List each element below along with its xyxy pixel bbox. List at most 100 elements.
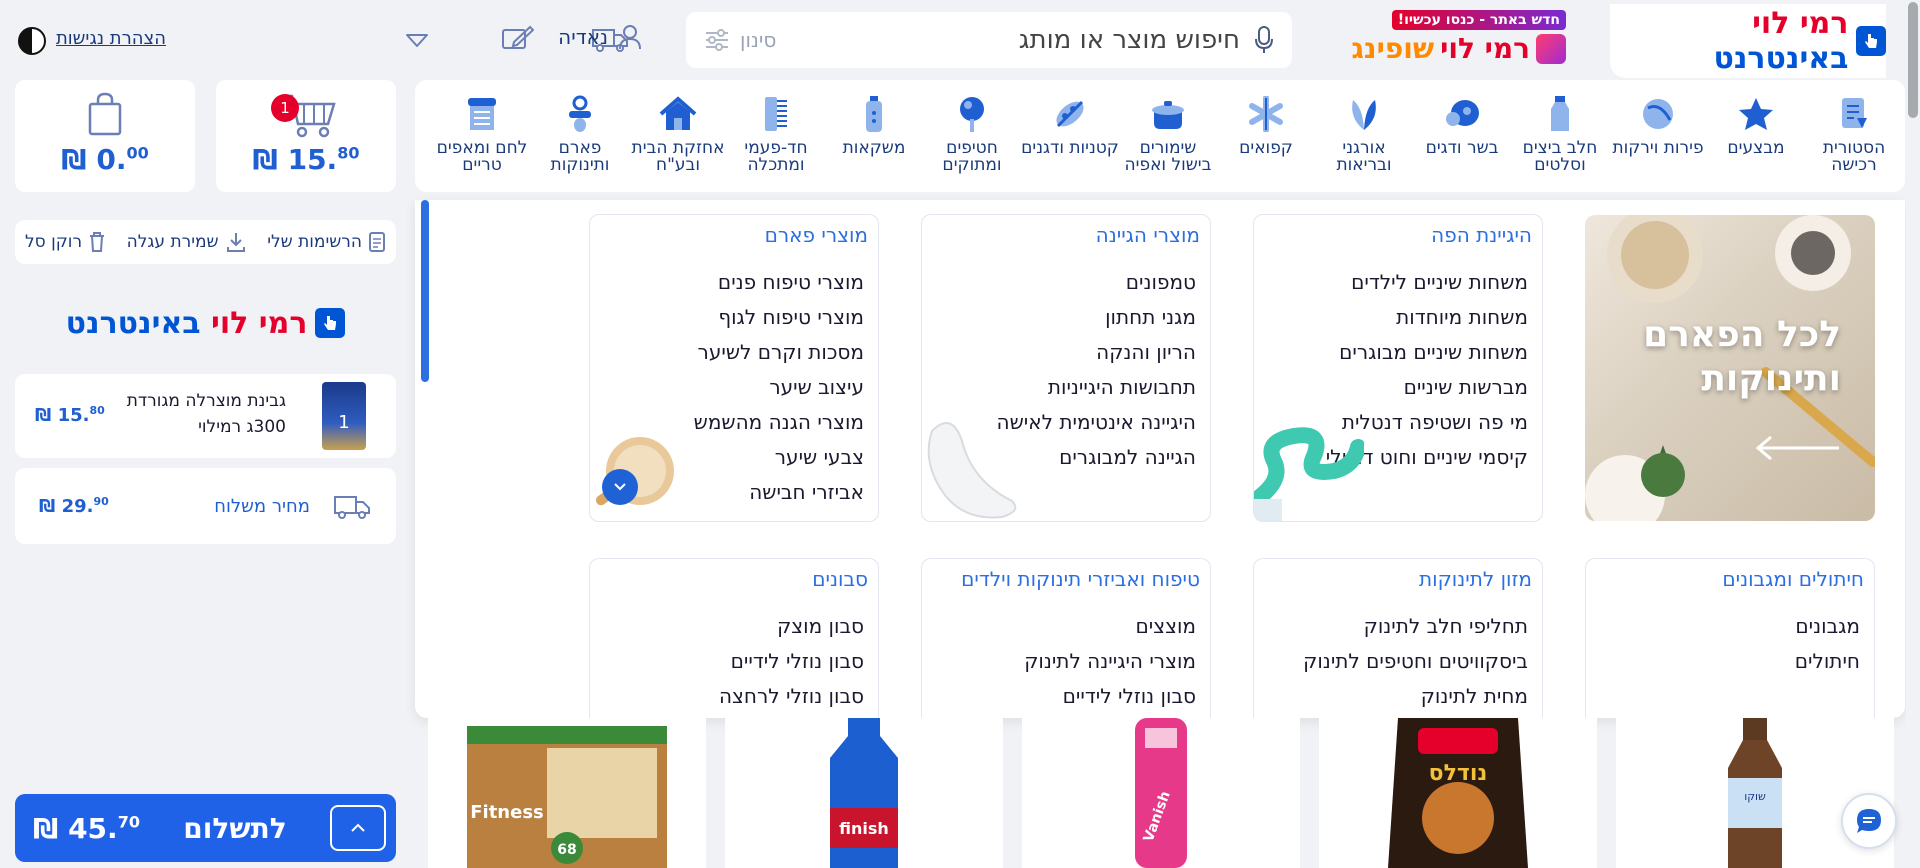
menu-link[interactable]: תחבושות היגייניות [997,370,1196,405]
edit-list-icon[interactable] [500,24,540,54]
menu-card-title[interactable]: חיתולים ומגבונים [1722,567,1864,591]
category-household[interactable]: אחזקת הבית ובע"ח [629,94,727,174]
my-lists-button[interactable]: הרשימות שלי [267,231,386,253]
category-label: שימורים בישול ואפיה [1124,138,1212,175]
empty-cart-button[interactable]: רוקן סל [25,231,106,253]
shopping-logo[interactable]: חדש באתר - כנסו עכשיו! רמי לוי שופינג [1346,10,1566,66]
cart-item-price-cents: 80 [89,404,105,417]
menu-link[interactable]: משחות שיניים לילדים [1326,265,1528,300]
product-card[interactable]: Fitness 68 [428,718,706,868]
product-image: Fitness 68 [467,726,667,868]
menu-card-title[interactable]: מזון לתינוקות [1419,567,1532,591]
product-image: Vanish [1135,718,1187,868]
menu-link[interactable]: חיתולים [1795,644,1860,679]
page-scroll-thumb[interactable] [1908,2,1918,118]
my-lists-label: הרשימות שלי [267,232,362,252]
menu-link[interactable]: מסכות וקרם לשיער [694,335,864,370]
menu-card-title[interactable]: מוצרי הגיינה [1096,223,1200,247]
menu-card-title[interactable]: מוצרי פארם [765,223,868,247]
contrast-toggle-icon[interactable] [18,27,46,55]
product-card[interactable]: Vanish [1022,718,1300,868]
menu-link[interactable]: ביסקוויטים וחטיפים לתינוק [1303,644,1528,679]
menu-link[interactable]: מוצרי היגיינה לתינוק [1024,644,1196,679]
category-fruits[interactable]: פירות וירקות [1609,94,1707,157]
menu-link[interactable]: משחות מיוחדות [1326,300,1528,335]
category-sales[interactable]: מבצעים [1707,94,1805,157]
menu-link[interactable]: משחות שיניים מבוגרים [1326,335,1528,370]
menu-link[interactable]: טמפונים [997,265,1196,300]
category-pharm[interactable]: פארם ותינוקות [531,94,629,174]
accessibility-link[interactable]: הצהרת נגישות [56,28,166,49]
menu-link[interactable]: מוצרי טיפוח פנים [694,265,864,300]
menu-link[interactable]: אביזרי חבישה [694,475,864,510]
meat-icon [1442,94,1482,134]
product-card[interactable]: finish [725,718,1003,868]
cart-item-price-main: 15. [57,405,90,426]
checkout-button[interactable]: לתשלום ₪ 45.70 [15,794,396,862]
filter-button[interactable]: סינון [704,28,776,52]
menu-link[interactable]: מוצרי הגנה מהשמש [694,405,864,440]
search-input[interactable] [776,25,1240,55]
bag-summary[interactable]: ₪ 0.00 [15,80,195,192]
expand-button[interactable] [602,469,638,505]
menu-link[interactable]: סבון נוזלי לידיים [719,644,864,679]
menu-link[interactable]: מוצצים [1024,609,1196,644]
promo-banner[interactable]: לכל הפארם ותינוקות [1585,215,1875,521]
chat-icon [1857,809,1881,833]
category-label: הסטורית רכישה [1822,138,1886,175]
cart-total-main: 15. [287,143,338,176]
category-disposable[interactable]: חד-פעמי ומתכלה [727,94,825,174]
category-dairy[interactable]: חלב ביצים וסלטים [1511,94,1609,174]
cart-item[interactable]: 1 גבינת מוצרלה מגורדת 300ג רמילוי ₪ 15.8… [15,374,396,458]
product-card[interactable]: שוקו [1616,718,1894,868]
category-snacks[interactable]: חטיפים ומתוקים [923,94,1021,174]
save-cart-button[interactable]: שמירת עגלה [127,231,247,253]
menu-card-title[interactable]: היגיינת הפה [1431,223,1532,247]
menu-link[interactable]: סבון נוזלי לרחצה [719,679,864,714]
bag-total-main: 0. [96,143,127,176]
category-purchase-history[interactable]: הסטורית רכישה [1805,94,1903,174]
category-frozen[interactable]: קפואים [1217,94,1315,157]
menu-scroll-thumb[interactable] [421,200,429,382]
microphone-icon[interactable] [1254,25,1274,55]
menu-link[interactable]: מגני תחתון [997,300,1196,335]
menu-card-title[interactable]: טיפוח ואביזרי תינוקות וילדים [961,567,1200,591]
site-logo[interactable]: רמי לוי באינטרנט [1610,4,1886,78]
menu-link[interactable]: מברשות שיניים [1326,370,1528,405]
chat-button[interactable] [1841,793,1897,849]
menu-link[interactable]: מחית לתינוק [1303,679,1528,714]
menu-link[interactable]: סבון מוצק [719,609,864,644]
arrow-left-icon [1755,435,1839,461]
user-menu[interactable]: נאדיה [558,24,642,50]
page-scrollbar[interactable] [1906,0,1920,868]
category-organic[interactable]: אורגני ובריאות [1315,94,1413,174]
menu-link[interactable]: עיצוב שיער [694,370,864,405]
menu-link[interactable]: צבעי שיער [694,440,864,475]
menu-link[interactable]: תחליפי חלב לתינוק [1303,609,1528,644]
menu-link[interactable]: סבון נוזלי לידיים [1024,679,1196,714]
milk-icon [1540,94,1580,134]
product-card[interactable]: נודלס [1319,718,1597,868]
receipt-icon [1834,94,1874,134]
shopping-new-badge: חדש באתר - כנסו עכשיו! [1391,10,1566,30]
product-label: נודלס [1429,761,1488,786]
category-canned[interactable]: שימורים בישול ואפיה [1119,94,1217,174]
shipping-price-main: 29. [61,496,94,517]
menu-link[interactable]: מוצרי טיפוח לגוף [694,300,864,335]
menu-link[interactable]: הריון והנקה [997,335,1196,370]
category-drinks[interactable]: משקאות [825,94,923,157]
menu-link[interactable]: מגבונים [1795,609,1860,644]
checkout-total-cents: 70 [117,812,140,832]
grain-icon [1050,94,1090,134]
category-meat[interactable]: בשר ודגים [1413,94,1511,157]
cart-item-image: 1 [322,382,366,450]
category-legumes[interactable]: קטניות ודגנים [1021,94,1119,157]
dropdown-arrow-icon[interactable] [404,24,444,54]
category-bread[interactable]: לחם ומאפים טריים [433,94,531,174]
cart-total: ₪ 15.80 [216,143,396,176]
menu-card-hygiene: מוצרי הגיינה טמפונים מגני תחתון הריון וה… [921,214,1211,522]
cart-summary[interactable]: 1 ₪ 15.80 [216,80,396,192]
menu-card-title[interactable]: סבונים [812,567,868,591]
logo-part2: באינטרנט [1713,41,1849,76]
expand-cart-button[interactable] [330,805,386,851]
